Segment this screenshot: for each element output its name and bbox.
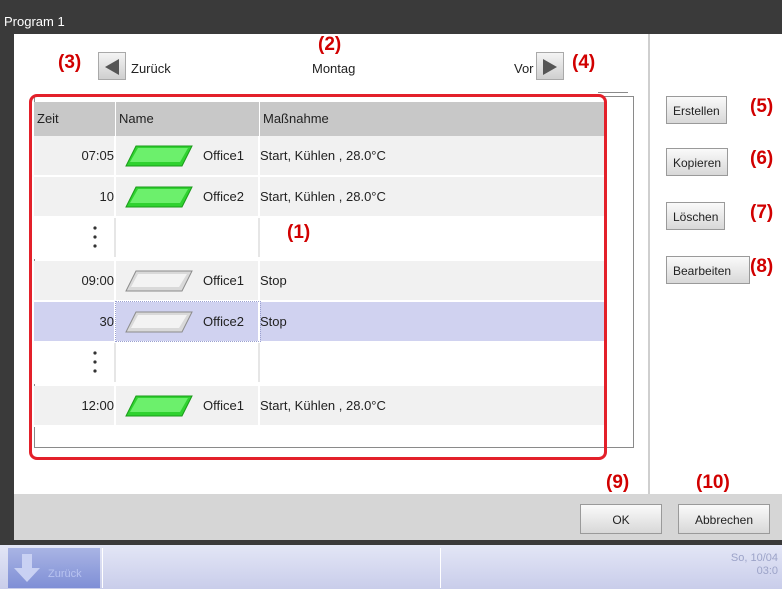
unit-off-icon [125, 270, 193, 292]
row-time: 09:00 [81, 273, 114, 288]
table-row[interactable]: 12:00 Office1 Start, Kühlen , 28.0°C [34, 386, 604, 427]
taskbar-time: 03:0 [756, 565, 778, 577]
table-row-selected[interactable]: 30 Office2 Stop [34, 301, 604, 343]
row-time: 07:05 [81, 148, 114, 163]
column-header-name: Name [116, 102, 260, 136]
callout-2: (2) [318, 34, 342, 55]
arrow-right-icon [543, 59, 557, 75]
row-name: Office1 [203, 148, 244, 163]
table-row[interactable]: 09:00 Office1 Stop [34, 261, 604, 302]
schedule-panel: (3) Zurück (2) Montag Vor (4) Zeit Name … [14, 34, 646, 494]
row-time: 12:00 [81, 398, 114, 413]
row-action: Start, Kühlen , 28.0°C [260, 398, 386, 413]
row-name: Office1 [203, 273, 244, 288]
row-name: Office2 [203, 189, 244, 204]
vertical-ellipsis-icon [93, 351, 97, 373]
unit-on-icon [125, 186, 193, 208]
create-button[interactable]: Erstellen [666, 96, 727, 124]
row-action: Start, Kühlen , 28.0°C [260, 189, 386, 204]
row-action: Stop [260, 273, 287, 288]
callout-7: (7) [750, 202, 774, 223]
column-header-action: Maßnahme [263, 111, 329, 126]
previous-day-label[interactable]: Zurück [131, 61, 171, 76]
cancel-button[interactable]: Abbrechen [678, 504, 770, 534]
taskbar-clock: So, 10/04 03:0 [731, 552, 778, 578]
edit-button[interactable]: Bearbeiten [666, 256, 750, 284]
callout-1: (1) [287, 222, 311, 243]
table-row[interactable]: 07:05 Office1 Start, Kühlen , 28.0°C [34, 136, 604, 177]
table-row[interactable]: 10 Office2 Start, Kühlen , 28.0°C [34, 177, 604, 218]
list-header: Zeit Name Maßnahme [34, 102, 604, 136]
vertical-ellipsis-icon [93, 226, 97, 248]
unit-on-icon [125, 145, 193, 167]
title-bar: Program 1 [0, 0, 782, 34]
row-action: Start, Kühlen , 28.0°C [260, 148, 386, 163]
callout-5: (5) [750, 96, 774, 117]
window-client-area: (3) Zurück (2) Montag Vor (4) Zeit Name … [14, 34, 782, 540]
callout-6: (6) [750, 148, 774, 169]
taskbar-back-label: Zurück [48, 568, 82, 580]
callout-3: (3) [58, 52, 82, 73]
callout-4: (4) [572, 52, 596, 73]
next-day-label[interactable]: Vor [514, 61, 534, 76]
program-window: Program 1 (3) Zurück (2) Montag Vor (4) … [0, 0, 782, 545]
row-name: Office1 [203, 398, 244, 413]
row-name: Office2 [203, 314, 244, 329]
taskbar [0, 545, 782, 589]
arrow-down-icon [14, 554, 40, 582]
delete-button[interactable]: Löschen [666, 202, 726, 230]
taskbar-date: So, 10/04 [730, 552, 778, 564]
separator-line [598, 92, 628, 93]
ellipsis-row: (1) [34, 218, 604, 259]
taskbar-back-button[interactable]: Zurück [8, 548, 100, 588]
callout-8: (8) [750, 256, 774, 277]
callout-10: (10) [696, 472, 730, 493]
row-time: 30 [99, 314, 114, 329]
day-label: Montag [312, 61, 356, 76]
arrow-left-icon [105, 59, 119, 75]
window-title: Program 1 [4, 14, 65, 29]
column-header-time: Zeit [34, 102, 116, 136]
callout-9: (9) [606, 472, 630, 493]
action-panel: Erstellen (5) Kopieren (6) Löschen (7) B… [650, 34, 782, 494]
dialog-footer [14, 494, 782, 540]
row-action: Stop [260, 314, 287, 329]
copy-button[interactable]: Kopieren [666, 148, 729, 176]
ellipsis-row [34, 343, 604, 384]
next-day-button[interactable] [536, 52, 564, 80]
unit-off-icon [125, 311, 193, 333]
row-time: 10 [99, 189, 114, 204]
unit-on-icon [125, 395, 193, 417]
previous-day-button[interactable] [98, 52, 126, 80]
ok-button[interactable]: OK [580, 504, 662, 534]
